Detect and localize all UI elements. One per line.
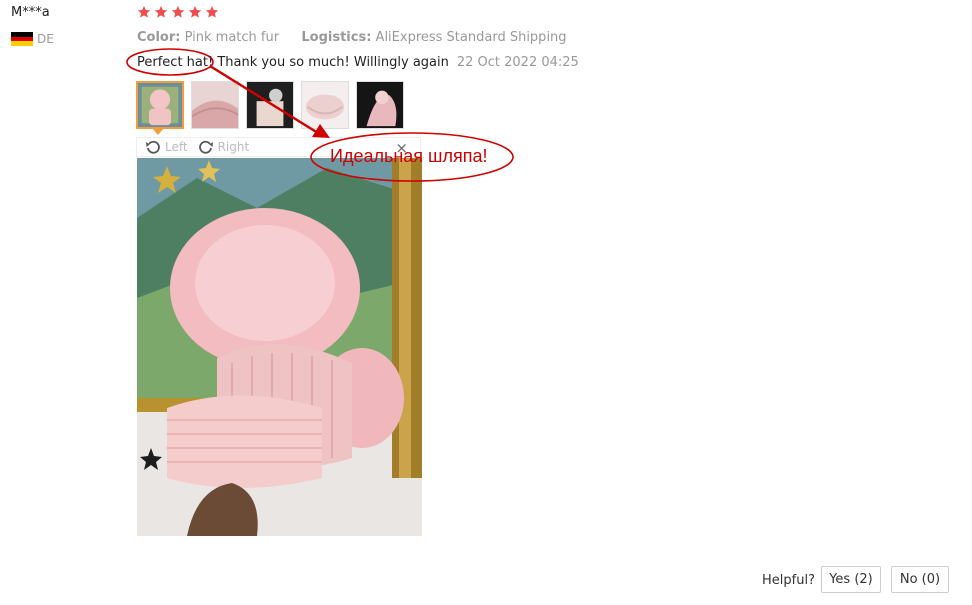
reviewer-name: M***a bbox=[11, 5, 50, 20]
review-content: Perfect hat! Thank you so much! Willingl… bbox=[137, 55, 579, 70]
star-icon bbox=[171, 5, 185, 18]
star-icon bbox=[205, 5, 219, 18]
review-photo-large[interactable] bbox=[137, 158, 422, 536]
helpful-label: Helpful? bbox=[762, 573, 815, 588]
color-label: Color: bbox=[137, 30, 181, 45]
review-date: 22 Oct 2022 04:25 bbox=[456, 55, 579, 70]
annotation-translation: Идеальная шляпа! bbox=[330, 146, 488, 166]
rotate-left-label: Left bbox=[165, 140, 188, 154]
country-code: DE bbox=[37, 32, 54, 46]
germany-flag-icon bbox=[11, 32, 33, 47]
rotate-left-button[interactable]: Left bbox=[145, 139, 188, 155]
rotate-right-icon bbox=[198, 140, 213, 154]
rotate-right-button[interactable]: Right bbox=[198, 139, 250, 155]
photo-thumbnail-2[interactable] bbox=[191, 81, 239, 129]
photo-thumbnail-5[interactable] bbox=[356, 81, 404, 129]
photo-thumbnails bbox=[136, 81, 404, 129]
photo-thumbnail-4[interactable] bbox=[301, 81, 349, 129]
star-icon bbox=[137, 5, 151, 18]
rotate-left-icon bbox=[146, 140, 160, 154]
logistics-label: Logistics: bbox=[301, 30, 372, 45]
active-thumbnail-pointer bbox=[152, 128, 164, 135]
star-icon bbox=[154, 5, 168, 18]
star-icon bbox=[188, 5, 202, 18]
review-text: Perfect hat! Thank you so much! Willingl… bbox=[137, 55, 449, 70]
color-value: Pink match fur bbox=[184, 30, 280, 45]
photo-thumbnail-3[interactable] bbox=[246, 81, 294, 129]
logistics-value: AliExpress Standard Shipping bbox=[375, 30, 567, 45]
review-meta: Color: Pink match fur Logistics: AliExpr… bbox=[137, 30, 567, 45]
star-rating bbox=[137, 5, 219, 19]
rotate-right-label: Right bbox=[217, 140, 250, 154]
helpful-yes-button[interactable]: Yes (2) bbox=[821, 566, 881, 593]
helpful-no-button[interactable]: No (0) bbox=[891, 566, 949, 593]
photo-thumbnail-1[interactable] bbox=[136, 81, 184, 129]
reviewer-country: DE bbox=[11, 32, 54, 47]
